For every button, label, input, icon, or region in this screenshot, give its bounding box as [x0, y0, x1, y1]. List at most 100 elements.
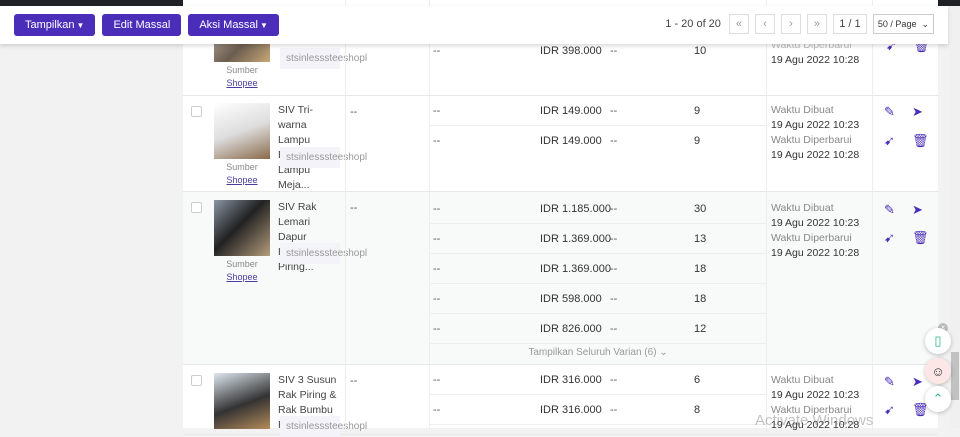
timestamp-label: Waktu Dibuat [771, 202, 834, 214]
variant-cell: -- [610, 233, 618, 245]
row-checkbox[interactable] [191, 202, 202, 213]
timestamps: Waktu Dibuat 19 Agu 2022 10:23 Waktu Diper… [771, 201, 859, 261]
variant-cell: 6 [694, 374, 701, 386]
support-avatar-icon[interactable]: ☺ [925, 358, 951, 384]
column-divider [345, 365, 346, 434]
shop-name: stsinlesssteeshopl [280, 147, 367, 168]
first-page-button[interactable]: « [728, 14, 749, 34]
variant-cell: -- [433, 374, 441, 386]
variant-cell: -- [433, 203, 441, 215]
publish-icon[interactable]: ➹ [884, 402, 895, 418]
variant-cell: IDR 398.000 [540, 45, 602, 57]
table-row: SumberShopee SIV Rak Lemari Dapur Lemari… [183, 192, 938, 365]
variant-cell: -- [433, 233, 441, 245]
variant-cell: IDR 1.369.000 [540, 263, 611, 275]
variant-row: -- IDR 598.000 -- 18 [430, 284, 766, 314]
variant-cell: -- [610, 105, 618, 117]
variant-row: -- IDR 316.000 -- 8 [430, 395, 766, 425]
windows-watermark: Activate Windows [755, 412, 874, 429]
source-link[interactable]: Shopee [214, 174, 270, 187]
variant-cell: IDR 149.000 [540, 105, 602, 117]
empty-value: -- [350, 202, 358, 214]
column-divider [766, 192, 767, 364]
page-input[interactable]: 1 / 1 [832, 14, 867, 34]
timestamp-value: 19 Agu 2022 10:23 [771, 389, 860, 401]
send-icon[interactable]: ➤ [912, 374, 923, 390]
timestamp-value: 19 Agu 2022 10:23 [771, 217, 860, 229]
variant-cell: IDR 826.000 [540, 323, 602, 335]
variant-cell: -- [433, 293, 441, 305]
row-checkbox[interactable] [191, 106, 202, 117]
variant-cell: -- [433, 45, 441, 57]
timestamp-value: 19 Agu 2022 10:28 [771, 54, 860, 66]
show-all-variants-button[interactable]: Tampilkan Seluruh Varian (6) ⌄ [430, 347, 766, 358]
variant-cell: 18 [694, 263, 707, 275]
page-size-value: 50 / Page [877, 19, 917, 29]
row-checkbox[interactable] [191, 375, 202, 386]
caret-down-icon: ▼ [76, 20, 85, 30]
send-icon[interactable]: ➤ [912, 202, 923, 218]
variant-cell: -- [433, 263, 441, 275]
variant-cell: -- [610, 135, 618, 147]
shop-name: stsinlesssteeshopl [280, 48, 367, 69]
shop-name: stsinlesssteeshopl [280, 243, 367, 264]
edit-icon[interactable]: ✎ [884, 104, 895, 120]
variant-cell: -- [433, 323, 441, 335]
source-link[interactable]: Shopee [214, 77, 270, 90]
column-divider [345, 96, 346, 191]
variant-row: -- IDR 826.000 -- 12 [430, 314, 766, 344]
bulk-edit-button[interactable]: Edit Massal [102, 14, 182, 36]
timestamp-value: 19 Agu 2022 10:28 [771, 149, 860, 161]
toolbar: Tampilkan ▼ Edit Massal Aksi Massal ▼ 1 - … [0, 6, 948, 44]
variant-row: -- IDR 1.185.000 -- 30 [430, 194, 766, 224]
variant-cell: IDR 1.185.000 [540, 203, 611, 215]
timestamp-label: Waktu Diperbarui [771, 232, 852, 244]
variant-cell: -- [610, 293, 618, 305]
source-link[interactable]: Shopee [214, 271, 270, 284]
timestamp-value: 19 Agu 2022 10:23 [771, 119, 860, 131]
source-label: Sumber [226, 259, 258, 269]
edit-icon[interactable]: ✎ [884, 202, 895, 218]
variant-row: -- IDR 1.369.000 -- 18 [430, 254, 766, 284]
column-divider [872, 96, 873, 191]
delete-icon[interactable]: 🗑 [912, 230, 929, 246]
variant-cell: -- [610, 323, 618, 335]
mobile-app-icon[interactable]: ▯ [925, 328, 951, 354]
timestamp-value: 19 Agu 2022 10:28 [771, 247, 860, 259]
next-page-button[interactable]: › [780, 14, 801, 34]
product-image [214, 200, 270, 256]
page-size-select[interactable]: 50 / Page ⌄ [872, 14, 934, 34]
pagination: 1 - 20 of 20 « ‹ › » 1 / 1 50 / Page ⌄ [665, 14, 934, 34]
source: Sumber Shopee [214, 64, 270, 90]
variant-cell: 8 [694, 404, 701, 416]
variant-cell: 18 [694, 293, 707, 305]
variant-cell: 13 [694, 233, 707, 245]
column-divider [872, 192, 873, 364]
variant-cell: IDR 598.000 [540, 293, 602, 305]
back-to-top-icon[interactable]: ⌃ [925, 386, 951, 412]
shop-name: stsinlesssteeshopl [280, 416, 367, 437]
scrollbar-thumb[interactable] [951, 352, 959, 400]
timestamp-label: Waktu Dibuat [771, 104, 834, 116]
display-label: Tampilkan [25, 19, 75, 31]
edit-icon[interactable]: ✎ [884, 374, 895, 390]
send-icon[interactable]: ➤ [912, 104, 923, 120]
publish-icon[interactable]: ➹ [884, 133, 895, 149]
variant-cell: -- [433, 135, 441, 147]
table-row: SumberShopee SIV Tri-warna Lampu Belajar… [183, 96, 938, 192]
pagination-range: 1 - 20 of 20 [665, 18, 721, 30]
bulk-action-dropdown-button[interactable]: Aksi Massal ▼ [188, 14, 279, 36]
variant-cell: -- [610, 203, 618, 215]
prev-page-button[interactable]: ‹ [754, 14, 775, 34]
timestamp-label: Waktu Diperbarui [771, 134, 852, 146]
publish-icon[interactable]: ➹ [884, 230, 895, 246]
display-dropdown-button[interactable]: Tampilkan ▼ [14, 14, 96, 36]
last-page-button[interactable]: » [806, 14, 827, 34]
variant-row: -- IDR 149.000 -- 9 [430, 126, 766, 156]
variant-row: -- IDR 316.000 -- 6 [430, 365, 766, 395]
delete-icon[interactable]: 🗑 [912, 133, 929, 149]
variant-cell: 10 [694, 45, 707, 57]
variant-cell: 30 [694, 203, 707, 215]
source-label: Sumber [226, 162, 258, 172]
empty-value: -- [350, 375, 358, 387]
